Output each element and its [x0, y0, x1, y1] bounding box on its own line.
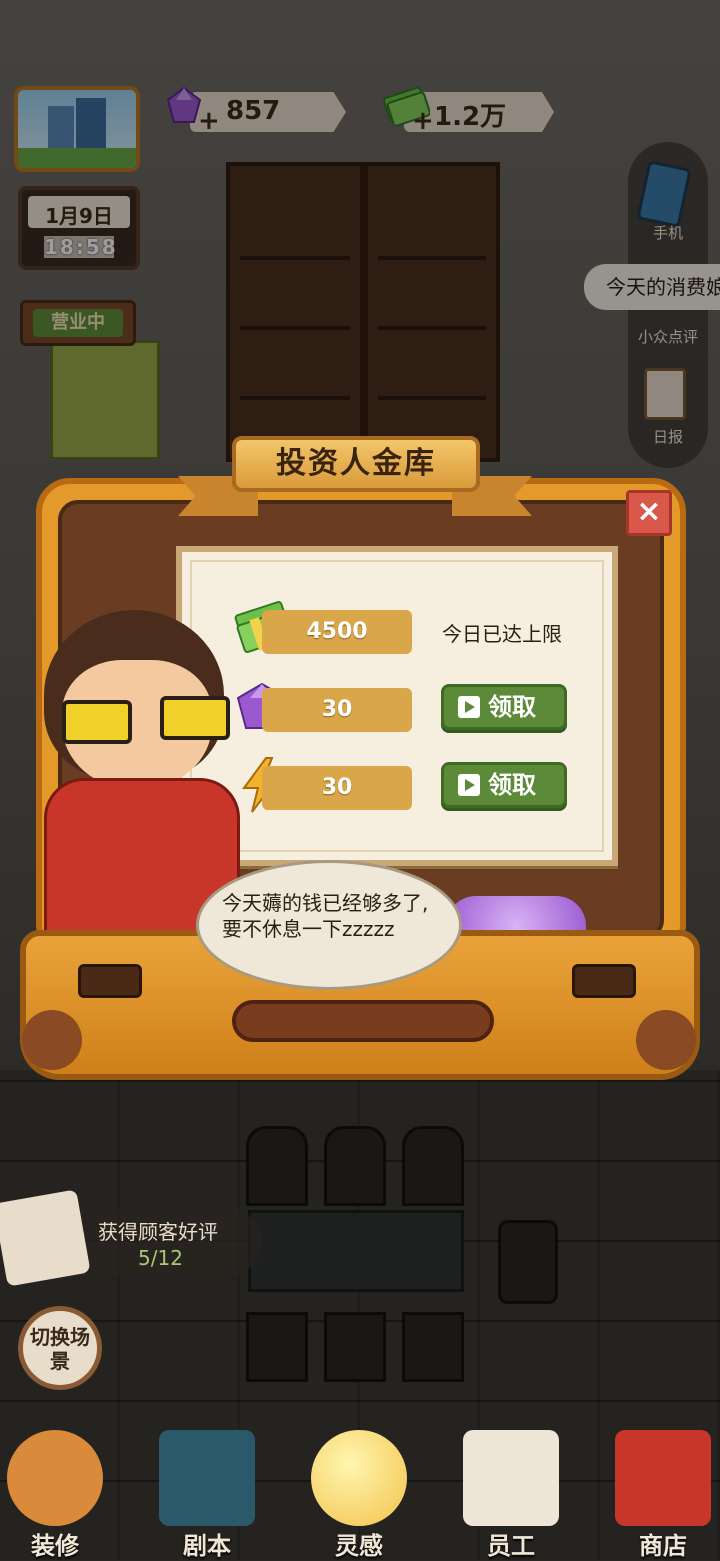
nav-inspiration[interactable]: 灵感	[304, 1430, 414, 1561]
video-ad-icon	[458, 696, 480, 718]
dialog-title: 投资人金库	[232, 436, 480, 492]
nav-inspiration-label: 灵感	[335, 1532, 383, 1560]
nav-script[interactable]: 剧本	[152, 1430, 262, 1561]
claim-energy-button[interactable]: 领取	[441, 762, 567, 808]
latch	[572, 964, 636, 998]
suitcase-handle	[232, 1000, 494, 1042]
scroll-icon[interactable]	[0, 1189, 91, 1287]
task-label: 获得顾客好评	[98, 1220, 218, 1244]
house-icon	[7, 1430, 103, 1526]
speech-text: 今天薅的钱已经够多了,要不休息一下zzzzz	[222, 891, 429, 941]
gem-reward-value: 30	[262, 688, 412, 732]
nav-script-label: 剧本	[183, 1532, 231, 1560]
nav-shop[interactable]: 商店	[608, 1430, 718, 1561]
switch-scene-button[interactable]: 切换场景	[18, 1306, 102, 1390]
book-icon	[159, 1430, 255, 1526]
shop-icon	[615, 1430, 711, 1526]
suitcase-corner	[22, 1010, 82, 1070]
suitcase-corner	[636, 1010, 696, 1070]
nav-staff[interactable]: 员工	[456, 1430, 566, 1561]
nav-staff-label: 员工	[487, 1532, 535, 1560]
glasses-icon	[62, 700, 132, 744]
money-reward-value: 4500	[262, 610, 412, 654]
claim-gem-button[interactable]: 领取	[441, 684, 567, 730]
claim-gem-label: 领取	[488, 693, 536, 721]
nav-decorate-label: 装修	[31, 1532, 79, 1560]
claim-energy-label: 领取	[488, 771, 536, 799]
energy-reward-value: 30	[262, 766, 412, 810]
nav-decorate[interactable]: 装修	[0, 1430, 110, 1561]
lightbulb-icon	[311, 1430, 407, 1526]
task-progress-value: 5/12	[138, 1246, 183, 1270]
nav-shop-label: 商店	[639, 1532, 687, 1560]
latch	[78, 964, 142, 998]
money-limit-status: 今日已达上限	[442, 622, 562, 646]
video-ad-icon	[458, 774, 480, 796]
close-button[interactable]: ×	[626, 490, 672, 536]
glasses-icon	[160, 696, 230, 740]
badge-icon	[463, 1430, 559, 1526]
